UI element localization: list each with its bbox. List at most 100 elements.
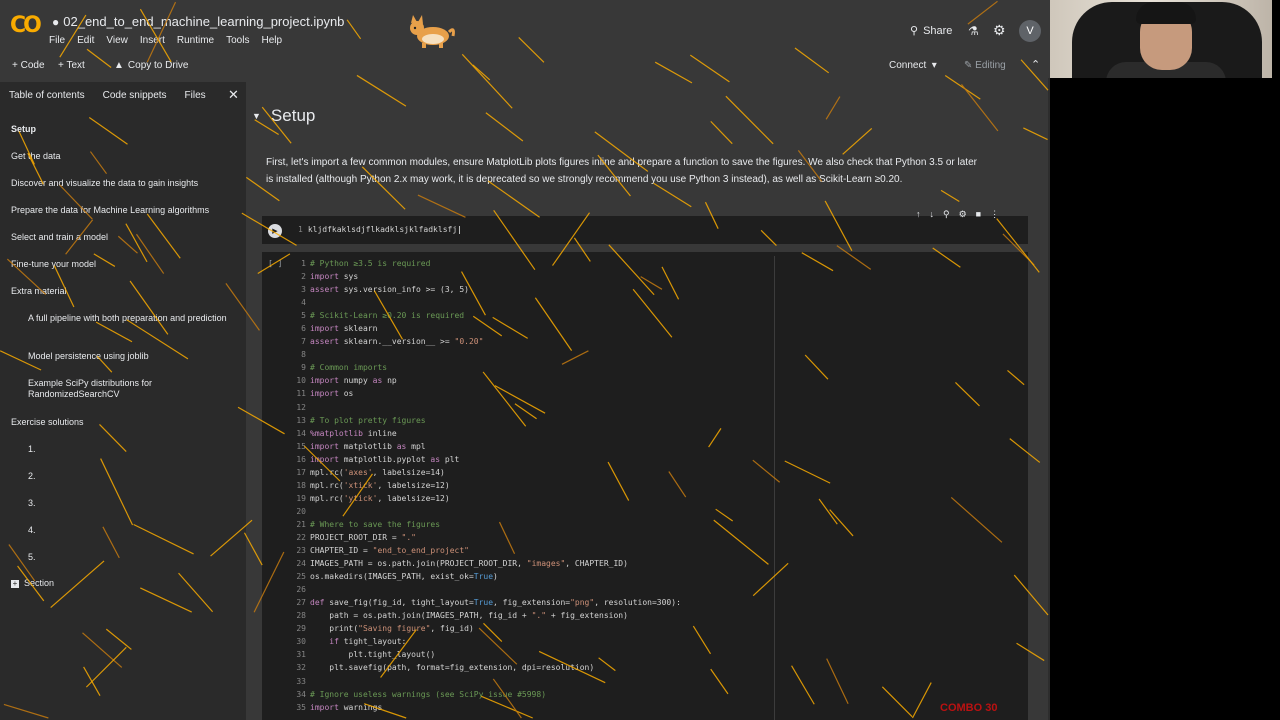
toc-item-exercise-4[interactable]: 4. (28, 525, 36, 536)
tab-table-of-contents[interactable]: Table of contents (0, 90, 94, 101)
collapse-triangle-icon[interactable]: ▼ (252, 111, 261, 121)
share-button[interactable]: ⚲ Share (910, 24, 952, 38)
tab-files[interactable]: Files (176, 90, 215, 101)
menu-runtime[interactable]: Runtime (177, 35, 214, 46)
arrow-up-icon[interactable]: ↑ (916, 209, 921, 220)
code-token: 'xtick' (343, 480, 378, 490)
gear-icon[interactable]: ⚙ (993, 22, 1006, 39)
toc-item-discover[interactable]: Discover and visualize the data to gain … (11, 178, 198, 189)
toc-item-scipy-distributions[interactable]: Example SciPy distributions for Randomiz… (28, 378, 188, 400)
line-number: 33 (296, 676, 306, 686)
cell-2-code[interactable]: 1 # Python ≥3.5 is required 2 import sys 3 as… (286, 257, 681, 714)
code-line[interactable]: 35 import warnings (286, 701, 681, 714)
code-line[interactable]: 8 (286, 348, 681, 361)
code-line[interactable]: 32 plt.savefig(path, format=fig_extensio… (286, 661, 681, 674)
code-line[interactable]: 3 assert sys.version_info >= (3, 5) (286, 283, 681, 296)
chevron-up-icon[interactable]: ⌃ (1031, 58, 1040, 71)
code-line[interactable]: 17 mpl.rc('axes', labelsize=14) (286, 466, 681, 479)
menu-help[interactable]: Help (261, 35, 282, 46)
colab-app: CO ● 02_end_to_end_machine_learning_proj… (0, 0, 1050, 720)
code-line[interactable]: 22 PROJECT_ROOT_DIR = "." (286, 531, 681, 544)
code-line[interactable]: 12 (286, 401, 681, 414)
code-line[interactable]: 27 def save_fig(fig_id, tight_layout=True… (286, 596, 681, 609)
code-line[interactable]: 29 print("Saving figure", fig_id) (286, 622, 681, 635)
add-section-button[interactable]: + Section (11, 578, 54, 589)
sidebar: Table of contents Code snippets Files ✕ … (0, 82, 246, 720)
more-vert-icon[interactable]: ⋮ (990, 209, 999, 220)
code-line[interactable]: 6 import sklearn (286, 322, 681, 335)
code-line[interactable]: 24 IMAGES_PATH = os.path.join(PROJECT_ROO… (286, 557, 681, 570)
toc-item-exercise-solutions[interactable]: Exercise solutions (11, 417, 84, 428)
code-line[interactable]: 21 # Where to save the figures (286, 518, 681, 531)
code-line[interactable]: 26 (286, 583, 681, 596)
toc-item-get-data[interactable]: Get the data (11, 151, 61, 162)
line-number: 3 (301, 285, 306, 295)
toc-item-exercise-5[interactable]: 5. (28, 552, 36, 563)
close-icon[interactable]: ✕ (228, 87, 239, 103)
toc-item-full-pipeline[interactable]: A full pipeline with both preparation an… (28, 313, 228, 324)
toc-item-model-persistence[interactable]: Model persistence using joblib (28, 351, 149, 362)
toc-item-exercise-3[interactable]: 3. (28, 498, 36, 509)
toc-item-extra-material[interactable]: Extra material (11, 286, 67, 297)
code-line[interactable]: 1 # Python ≥3.5 is required (286, 257, 681, 270)
code-token: True (473, 572, 494, 582)
code-line[interactable]: 34 # Ignore useless warnings (see SciPy i… (286, 688, 681, 701)
code-line[interactable]: 9 # Common imports (286, 361, 681, 374)
code-line[interactable]: 15 import matplotlib as mpl (286, 440, 681, 453)
code-line[interactable]: 11 import os (286, 387, 681, 400)
trash-icon[interactable]: ■ (976, 209, 981, 220)
code-token: "." (531, 611, 547, 621)
toc-item-fine-tune[interactable]: Fine-tune your model (11, 259, 96, 270)
menu-insert[interactable]: Insert (140, 35, 165, 46)
toc-item-select-train[interactable]: Select and train a model (11, 232, 108, 243)
code-line[interactable]: 18 mpl.rc('xtick', labelsize=12) (286, 479, 681, 492)
code-token: IMAGES_PATH = os.path.join(PROJECT_ROOT_… (310, 559, 527, 569)
code-line[interactable]: 20 (286, 505, 681, 518)
settings-icon[interactable]: ⚙ (959, 209, 967, 220)
line-number: 13 (296, 415, 306, 425)
connect-button[interactable]: Connect ▾ (889, 60, 937, 71)
menu-edit[interactable]: Edit (77, 35, 94, 46)
code-line[interactable]: 14 %matplotlib inline (286, 427, 681, 440)
avatar[interactable]: V (1019, 20, 1041, 42)
colab-logo[interactable]: CO (10, 13, 42, 43)
add-code-button[interactable]: + Code (12, 60, 45, 71)
menu-view[interactable]: View (106, 35, 128, 46)
code-line[interactable]: 13 # To plot pretty figures (286, 414, 681, 427)
arrow-down-icon[interactable]: ↓ (930, 209, 935, 220)
code-line[interactable]: 28 path = os.path.join(IMAGES_PATH, fig_… (286, 609, 681, 622)
copy-to-drive-button[interactable]: ▲ Copy to Drive (114, 60, 188, 71)
code-line[interactable]: 7 assert sklearn.__version__ >= "0.20" (286, 335, 681, 348)
code-token: import (310, 702, 339, 712)
line-number: 32 (296, 663, 306, 673)
toc-item-exercise-1[interactable]: 1. (28, 444, 36, 455)
code-token: , labelsize=14) (372, 467, 445, 477)
toc-item-prepare[interactable]: Prepare the data for Machine Learning al… (11, 205, 209, 216)
notebook-title[interactable]: 02_end_to_end_machine_learning_project.i… (63, 14, 344, 29)
code-line[interactable]: 19 mpl.rc('ytick', labelsize=12) (286, 492, 681, 505)
code-line[interactable]: 5 # Scikit-Learn ≥0.20 is required (286, 309, 681, 322)
run-cell-button[interactable]: ▶ (268, 224, 282, 238)
code-line[interactable]: 31 plt.tight_layout() (286, 648, 681, 661)
flask-icon[interactable]: ⚗ (968, 24, 979, 38)
editing-indicator[interactable]: ✎ Editing (964, 60, 1006, 71)
code-line[interactable]: 23 CHAPTER_ID = "end_to_end_project" (286, 544, 681, 557)
code-line[interactable]: 33 (286, 675, 681, 688)
toc-item-setup[interactable]: Setup (11, 124, 36, 135)
menu-tools[interactable]: Tools (226, 35, 249, 46)
code-line[interactable]: 30 if tight_layout: (286, 635, 681, 648)
code-line[interactable]: 10 import numpy as np (286, 374, 681, 387)
code-line[interactable]: 2 import sys (286, 270, 681, 283)
code-line[interactable]: 16 import matplotlib.pyplot as plt (286, 453, 681, 466)
cell-2-run-bracket[interactable]: [ ] (268, 259, 282, 268)
cell-1-code[interactable]: 1 kljdfkaklsdjflkadklsjklfadklsfj| (298, 225, 462, 234)
code-line[interactable]: 4 (286, 296, 681, 309)
tab-code-snippets[interactable]: Code snippets (94, 90, 176, 101)
code-token: if (329, 637, 339, 647)
toc-item-exercise-2[interactable]: 2. (28, 471, 36, 482)
menu-file[interactable]: File (49, 35, 65, 46)
code-line[interactable]: 25 os.makedirs(IMAGES_PATH, exist_ok=True… (286, 570, 681, 583)
add-text-button[interactable]: + Text (58, 60, 85, 71)
link-cell-icon[interactable]: ⚲ (943, 209, 950, 220)
code-token: "." (401, 532, 416, 542)
